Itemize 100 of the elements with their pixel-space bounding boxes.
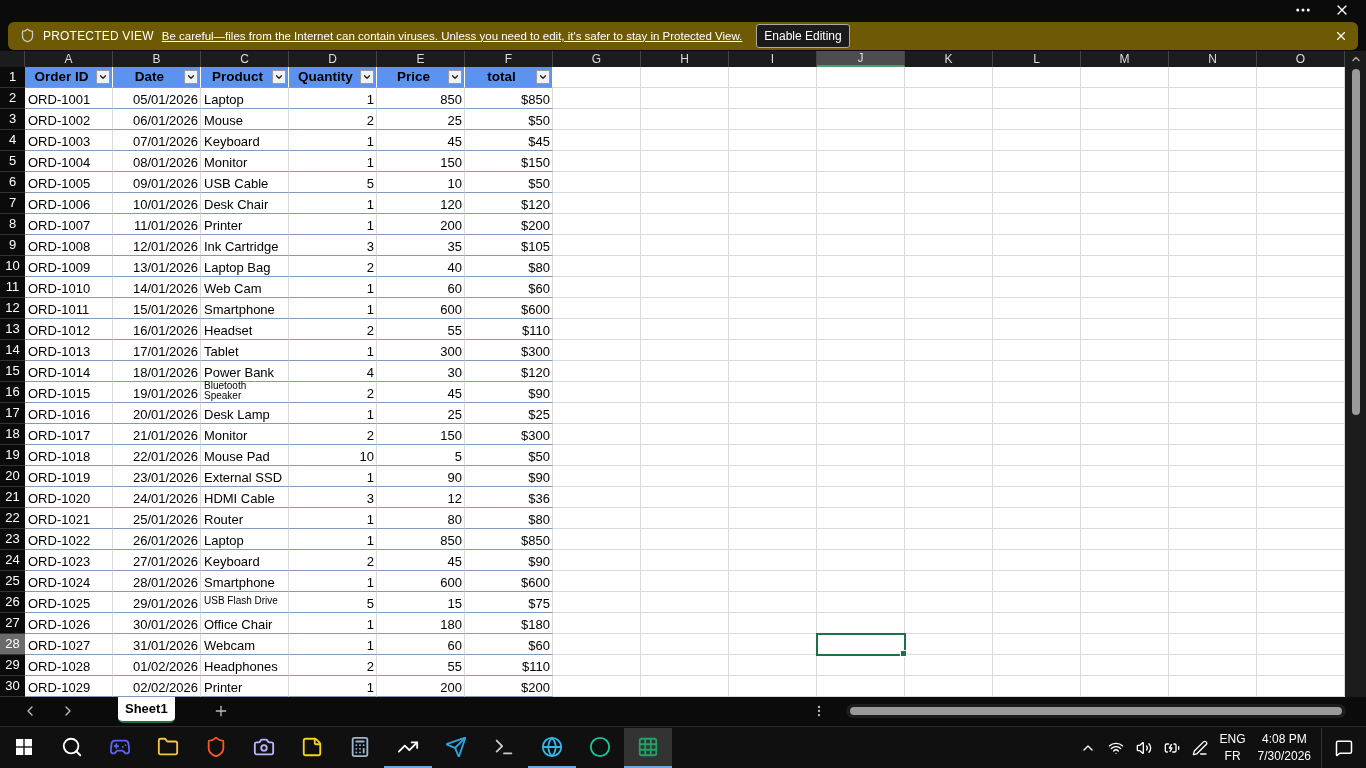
row-header[interactable]: 20 (0, 465, 25, 487)
table-cell: 3 (289, 234, 377, 256)
column-header[interactable]: E (377, 50, 465, 67)
row-header[interactable]: 14 (0, 339, 25, 361)
row-header[interactable]: 12 (0, 297, 25, 319)
column-header[interactable]: D (289, 50, 377, 67)
row-header[interactable]: 26 (0, 591, 25, 613)
selected-cell-outline[interactable] (816, 632, 906, 656)
row-header[interactable]: 4 (0, 129, 25, 151)
table-cell: 09/01/2026 (113, 171, 201, 193)
filter-dropdown-button[interactable] (360, 69, 374, 84)
filter-dropdown-button[interactable] (96, 69, 110, 84)
column-header[interactable]: M (1081, 50, 1169, 67)
row-header[interactable]: 22 (0, 507, 25, 529)
row-header[interactable]: 10 (0, 255, 25, 277)
table-cell: $200 (465, 213, 553, 235)
filter-dropdown-button[interactable] (184, 69, 198, 84)
table-cell: External SSD (201, 465, 289, 487)
table-cell: 40 (377, 255, 465, 277)
filter-dropdown-button[interactable] (448, 69, 462, 84)
scroll-thumb[interactable] (1351, 68, 1360, 415)
row-header[interactable]: 9 (0, 234, 25, 256)
row-header[interactable]: 7 (0, 192, 25, 214)
table-cell: ORD-1025 (25, 591, 113, 613)
table-cell: $25 (465, 402, 553, 424)
row-header[interactable]: 16 (0, 381, 25, 403)
enable-editing-button[interactable]: Enable Editing (756, 23, 850, 48)
row-header[interactable]: 3 (0, 108, 25, 130)
table-header-cell: Product (201, 66, 289, 88)
row-header[interactable]: 29 (0, 654, 25, 676)
circle-icon (589, 735, 611, 758)
table-cell: $36 (465, 486, 553, 508)
row-header[interactable]: 28 (0, 633, 25, 655)
row-header[interactable]: 6 (0, 171, 25, 193)
table-cell: 21/01/2026 (113, 423, 201, 445)
row-header[interactable]: 23 (0, 528, 25, 550)
row-header[interactable]: 25 (0, 570, 25, 592)
keyboard-layout-label[interactable]: FR (1224, 747, 1241, 765)
column-header[interactable]: K (905, 50, 993, 67)
protected-view-label: PROTECTED VIEW (43, 28, 154, 43)
table-cell: Webcam (201, 633, 289, 655)
row-header[interactable]: 11 (0, 276, 25, 298)
table-cell: Desk Chair (201, 192, 289, 214)
row-header[interactable]: 13 (0, 318, 25, 340)
search-icon[interactable] (61, 735, 83, 758)
row-header[interactable]: 15 (0, 360, 25, 382)
table-cell: ORD-1005 (25, 171, 113, 193)
notification-icon[interactable] (1335, 738, 1353, 757)
table-cell: Ink Cartridge (201, 234, 289, 256)
column-header[interactable]: A (25, 50, 113, 67)
row-header[interactable]: 18 (0, 423, 25, 445)
column-header[interactable]: O (1257, 50, 1345, 67)
column-header[interactable]: I (729, 50, 817, 67)
vertical-scrollbar[interactable] (1345, 50, 1366, 697)
table-cell: 2 (289, 381, 377, 403)
table-cell: 1 (289, 507, 377, 529)
row-header[interactable]: 19 (0, 444, 25, 466)
table-header-cell: total (465, 66, 553, 88)
filter-dropdown-button[interactable] (536, 69, 550, 84)
column-header[interactable]: J (817, 50, 905, 67)
column-header[interactable]: H (641, 50, 729, 67)
row-header[interactable]: 2 (0, 87, 25, 109)
table-cell: 55 (377, 318, 465, 340)
clock-time[interactable]: 4:08 PM (1261, 730, 1307, 748)
scroll-thumb[interactable] (850, 707, 1342, 716)
row-header[interactable]: 21 (0, 486, 25, 508)
warning-link[interactable]: Be careful—files from the Internet can contain viruses. Unless you need to edit, it's safer to stay in Protected View. (161, 29, 743, 42)
column-header[interactable]: N (1169, 50, 1257, 67)
sheet-tab[interactable]: Sheet1 (118, 695, 175, 724)
table-cell: Web Cam (201, 276, 289, 298)
table-cell: 12 (377, 486, 465, 508)
column-header[interactable]: L (993, 50, 1081, 67)
table-cell: 200 (377, 213, 465, 235)
volume-icon[interactable] (1135, 739, 1152, 756)
table-cell: 55 (377, 654, 465, 676)
table-cell: 2 (289, 255, 377, 277)
clock-date[interactable]: 7/30/2026 (1257, 747, 1311, 765)
column-header[interactable]: G (553, 50, 641, 67)
row-header[interactable]: 30 (0, 675, 25, 697)
row-header[interactable]: 1 (0, 66, 25, 88)
language-label[interactable]: ENG (1219, 730, 1246, 748)
column-header[interactable]: F (465, 50, 553, 67)
horizontal-scrollbar[interactable] (846, 704, 1346, 719)
table-cell: ORD-1009 (25, 255, 113, 277)
row-header[interactable]: 5 (0, 150, 25, 172)
start-icon[interactable] (16, 738, 32, 755)
row-header[interactable]: 17 (0, 402, 25, 424)
pen-icon[interactable] (1191, 739, 1208, 756)
table-cell: ORD-1017 (25, 423, 113, 445)
column-header[interactable]: C (201, 50, 289, 67)
row-header[interactable]: 27 (0, 612, 25, 634)
filter-dropdown-button[interactable] (272, 69, 286, 84)
taskbar-app[interactable] (624, 727, 672, 768)
row-header[interactable]: 8 (0, 213, 25, 235)
table-cell: 10/01/2026 (113, 192, 201, 214)
column-header[interactable]: B (113, 50, 201, 67)
table-header-cell: Order ID (25, 66, 113, 88)
row-header[interactable]: 24 (0, 549, 25, 571)
table-cell: 2 (289, 654, 377, 676)
table-cell: ORD-1018 (25, 444, 113, 466)
